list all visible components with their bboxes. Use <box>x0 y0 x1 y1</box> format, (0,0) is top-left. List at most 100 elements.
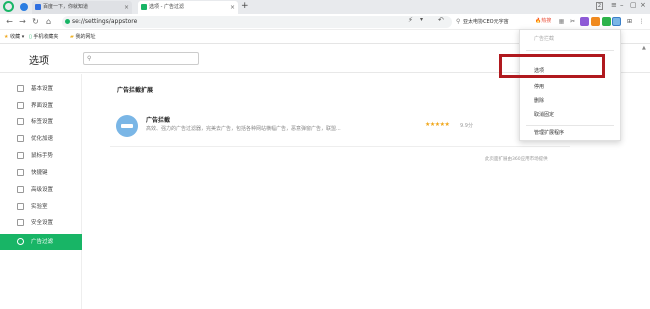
sidebar-item-label: 标签设置 <box>31 119 54 125</box>
scroll-up-icon[interactable]: ▲ <box>642 45 646 51</box>
history-icon[interactable] <box>20 3 28 11</box>
menu-item-remove[interactable]: 删除 <box>520 95 620 107</box>
baidu-icon <box>35 4 41 10</box>
close-icon[interactable]: × <box>230 1 235 14</box>
tab-label: 百度一下，你就知道 <box>43 4 89 10</box>
tab-options[interactable]: 选项 - 广告过滤 × <box>138 1 238 14</box>
undo-icon[interactable]: ↶ <box>438 16 444 24</box>
section-title: 广告拦截扩展 <box>117 87 154 94</box>
sidebar-item-tabs[interactable]: 标签设置 <box>0 114 82 130</box>
bookmark-mysite[interactable]: ▰ 我的网址 <box>70 30 95 44</box>
sidebar-item-advanced[interactable]: 高级设置 <box>0 182 82 198</box>
extension-description: 高效、强力的广告过滤器，完美去广告，包括各种网站横幅广告，恶意弹窗广告，联盟..… <box>146 126 341 132</box>
mobile-icon: ▯ <box>29 34 32 40</box>
settings-sidebar: 基本设置 界面设置 标签设置 优化加速 鼠标手势 快捷键 高级设置 实验室 安全… <box>0 74 82 309</box>
page-title: 选项 <box>29 56 49 67</box>
bookmark-collect[interactable]: ★ 收藏 ▾ <box>4 30 24 44</box>
chevron-down-icon: ▾ <box>21 34 25 40</box>
menu-item-unpin[interactable]: 取消固定 <box>520 109 620 121</box>
maximize-icon[interactable]: ▢ <box>630 1 637 9</box>
search-text: 亚太电协CEO元宇宙 <box>463 19 509 25</box>
sidebar-item-lab[interactable]: 实验室 <box>0 199 82 215</box>
sidebar-item-shortcuts[interactable]: 快捷键 <box>0 165 82 181</box>
menu-header: 广告拦截 <box>534 36 555 42</box>
apps-icon[interactable]: ⊞ <box>625 17 634 26</box>
adblock-icon <box>116 115 138 137</box>
rating-score: 9.9分 <box>460 123 473 129</box>
secure-icon <box>65 19 70 24</box>
sidebar-item-interface[interactable]: 界面设置 <box>0 98 82 114</box>
footnote: 此页面扩展由360应用市场提供 <box>485 157 548 162</box>
shield-icon <box>17 219 24 226</box>
search-icon: ⚲ <box>456 18 461 25</box>
lightning-icon[interactable]: ⚡ <box>408 16 413 24</box>
block-icon <box>17 238 24 245</box>
sidebar-item-label: 广告过滤 <box>31 239 54 245</box>
rating-stars: ★★★★★ <box>425 121 450 128</box>
settings-icon <box>17 85 24 92</box>
sidebar-item-label: 基本设置 <box>31 86 54 92</box>
tabs-icon <box>17 118 24 125</box>
sidebar-item-basic[interactable]: 基本设置 <box>0 81 82 97</box>
url-text: se://settings/appstore <box>72 18 138 25</box>
bookmark-label: 手机收藏夹 <box>33 34 59 40</box>
folder-icon: ▰ <box>70 34 74 40</box>
interface-icon <box>17 102 24 109</box>
tab-label: 选项 - 广告过滤 <box>149 4 184 10</box>
extension-name: 广告拦截 <box>146 117 171 124</box>
reload-icon[interactable]: ↻ <box>30 16 41 27</box>
sidebar-item-speed[interactable]: 优化加速 <box>0 131 82 147</box>
lab-icon <box>17 203 24 210</box>
menu-item-disable[interactable]: 停用 <box>520 81 620 93</box>
scissors-icon[interactable]: ✂ <box>568 17 577 26</box>
window-count-badge[interactable]: 2 <box>596 2 603 10</box>
window-close-icon[interactable]: × <box>640 1 646 9</box>
menu-item-manage[interactable]: 管理扩展程序 <box>520 127 620 139</box>
hot-search-badge[interactable]: 🔥热搜 <box>535 17 551 24</box>
sidebar-item-label: 实验室 <box>31 204 48 210</box>
sidebar-item-security[interactable]: 安全设置 <box>0 215 82 231</box>
tab-bar: 百度一下，你就知道 × 选项 - 广告过滤 × + 2 ≡ – ▢ × <box>0 0 650 14</box>
grid-icon[interactable]: ▦ <box>557 17 566 26</box>
green-ext-icon[interactable] <box>602 17 611 26</box>
search-input[interactable]: ⚲ 亚太电协CEO元宇宙 <box>455 16 533 28</box>
new-tab-button[interactable]: + <box>241 0 249 13</box>
sidebar-item-label: 高级设置 <box>31 187 54 193</box>
forward-icon[interactable]: → <box>17 16 28 27</box>
close-icon[interactable]: × <box>124 1 129 14</box>
settings-search-input[interactable]: ⚲ <box>83 52 199 65</box>
menu-divider <box>526 50 614 51</box>
back-icon[interactable]: ← <box>4 16 15 27</box>
adblock-ext-icon[interactable] <box>612 17 621 26</box>
star-icon: ★ <box>4 34 9 40</box>
hot-label: 热搜 <box>541 18 552 24</box>
menu-icon[interactable]: ≡ <box>611 1 617 9</box>
sidebar-item-label: 鼠标手势 <box>31 153 54 159</box>
bookmark-mobile[interactable]: ▯ 手机收藏夹 <box>29 30 58 44</box>
search-icon: ⚲ <box>87 55 92 62</box>
address-bar[interactable]: se://settings/appstore <box>62 16 452 28</box>
bookmark-label: 我的网址 <box>75 34 96 40</box>
extension-row: 广告拦截 高效、强力的广告过滤器，完美去广告，包括各种网站横幅广告，恶意弹窗广告… <box>110 107 570 147</box>
sidebar-item-label: 安全设置 <box>31 220 54 226</box>
sidebar-item-label: 界面设置 <box>31 103 54 109</box>
tab-baidu[interactable]: 百度一下，你就知道 × <box>32 1 132 14</box>
sidebar-item-adfilter[interactable]: 广告过滤 <box>0 234 82 250</box>
home-icon[interactable]: ⌂ <box>43 16 54 27</box>
keyboard-icon <box>17 169 24 176</box>
bookmark-label: 收藏 <box>10 34 21 40</box>
more-icon[interactable]: ⋮ <box>637 17 646 26</box>
sidebar-item-label: 优化加速 <box>31 136 54 142</box>
toolbar: ← → ↻ ⌂ se://settings/appstore ⚡ ▾ ↶ ⚲ 亚… <box>0 14 650 30</box>
purple-ext-icon[interactable] <box>580 17 589 26</box>
advanced-icon <box>17 186 24 193</box>
sidebar-item-label: 快捷键 <box>31 170 48 176</box>
menu-divider <box>526 125 614 126</box>
speed-icon <box>17 135 24 142</box>
orange-ext-icon[interactable] <box>591 17 600 26</box>
minimize-icon[interactable]: – <box>620 1 624 9</box>
extension-context-menu: 广告拦截 选项 停用 删除 取消固定 管理扩展程序 <box>519 29 621 141</box>
browser-logo-icon[interactable] <box>3 1 14 12</box>
dropdown-icon[interactable]: ▾ <box>420 16 423 23</box>
sidebar-item-gestures[interactable]: 鼠标手势 <box>0 148 82 164</box>
